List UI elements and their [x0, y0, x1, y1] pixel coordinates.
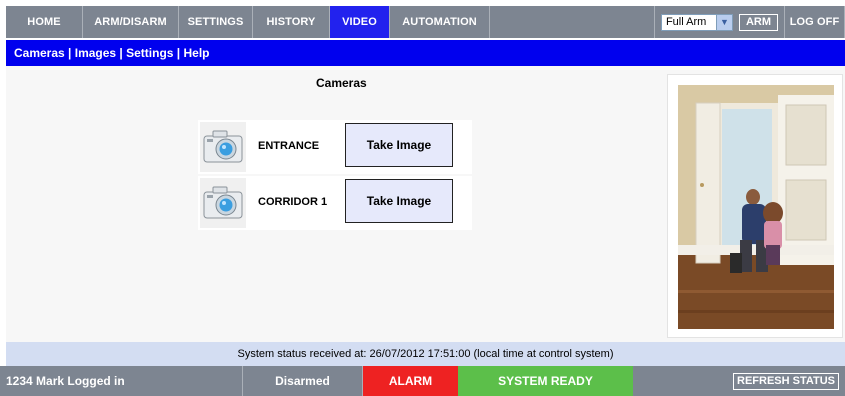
system-status-message: System status received at: 26/07/2012 17… — [6, 342, 845, 366]
camera-icon — [200, 122, 246, 172]
camera-row: CORRIDOR 1 Take Image — [198, 176, 472, 230]
top-navigation: HOME ARM/DISARM SETTINGS HISTORY VIDEO A… — [0, 0, 845, 40]
subnav-separator: | — [64, 46, 75, 60]
camera-name: CORRIDOR 1 — [258, 196, 328, 208]
camera-table: ENTRANCE Take Image CORRIDOR 1 Take Imag… — [198, 120, 472, 232]
arm-state-badge: Disarmed — [243, 366, 363, 396]
nav-bar: HOME ARM/DISARM SETTINGS HISTORY VIDEO A… — [6, 6, 845, 38]
promo-photo-frame — [667, 74, 843, 338]
refresh-area: REFRESH STATUS — [633, 366, 845, 396]
alarm-badge: ALARM — [363, 366, 458, 396]
footer-status-bar: 1234 Mark Logged in Disarmed ALARM SYSTE… — [0, 366, 845, 396]
subnav-help[interactable]: Help — [184, 46, 210, 60]
system-ready-badge: SYSTEM READY — [458, 366, 633, 396]
subnav-separator: | — [173, 46, 184, 60]
camera-row: ENTRANCE Take Image — [198, 120, 472, 174]
tab-history[interactable]: HISTORY — [253, 6, 330, 38]
arm-controls: Full Arm ▼ ARM — [653, 6, 785, 38]
tab-arm-disarm[interactable]: ARM/DISARM — [83, 6, 179, 38]
tab-video[interactable]: VIDEO — [330, 6, 390, 38]
arm-button[interactable]: ARM — [738, 13, 778, 31]
refresh-status-button[interactable]: REFRESH STATUS — [733, 373, 839, 391]
tab-home[interactable]: HOME — [6, 6, 83, 38]
camera-name: ENTRANCE — [258, 140, 320, 152]
logoff-button[interactable]: LOG OFF — [785, 6, 845, 38]
camera-icon — [200, 178, 246, 228]
arm-mode-select[interactable]: Full Arm ▼ — [660, 13, 733, 31]
page-title: Cameras — [316, 76, 367, 90]
tab-settings[interactable]: SETTINGS — [179, 6, 253, 38]
arm-mode-value: Full Arm — [665, 16, 707, 28]
subnav-images[interactable]: Images — [75, 46, 116, 60]
chevron-down-icon[interactable]: ▼ — [715, 14, 732, 30]
tab-automation[interactable]: AUTOMATION — [390, 6, 490, 38]
take-image-button[interactable]: Take Image — [345, 123, 453, 167]
sub-navigation: Cameras | Images | Settings | Help — [6, 40, 845, 66]
main-content: Cameras ENTRANCE Take Image CORRIDOR 1 T… — [6, 66, 845, 342]
subnav-settings[interactable]: Settings — [126, 46, 173, 60]
subnav-cameras[interactable]: Cameras — [14, 46, 65, 60]
family-doorway-photo — [678, 85, 834, 329]
logged-in-user: 1234 Mark Logged in — [0, 366, 243, 396]
subnav-separator: | — [116, 46, 127, 60]
take-image-button[interactable]: Take Image — [345, 179, 453, 223]
